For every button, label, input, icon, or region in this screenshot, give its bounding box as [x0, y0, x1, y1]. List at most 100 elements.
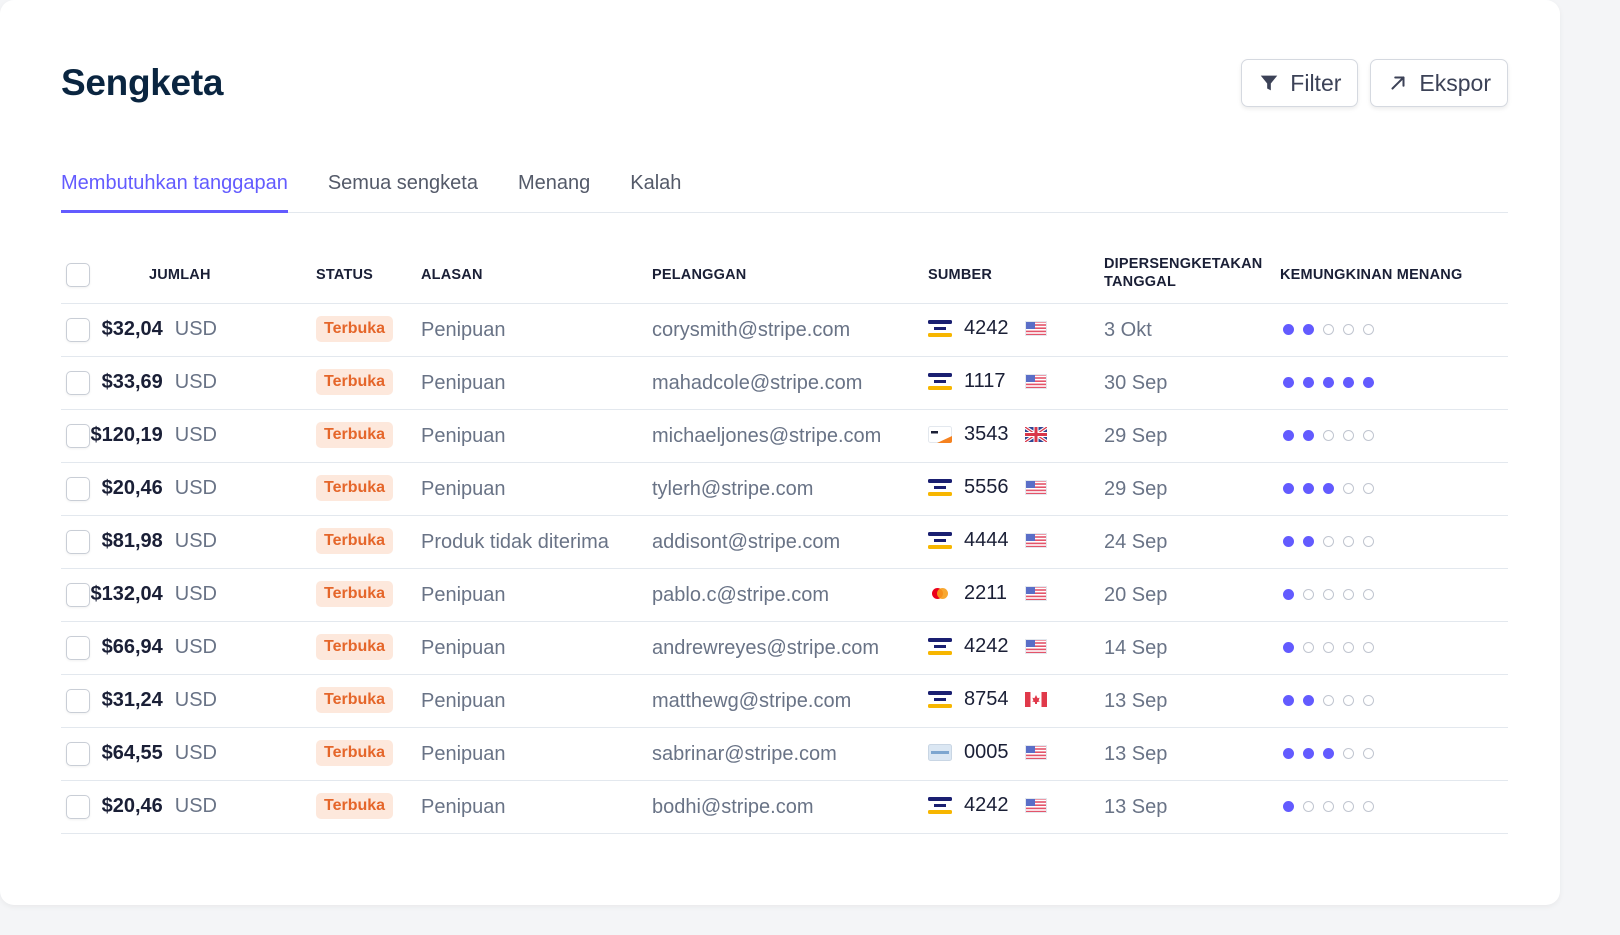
win-likelihood-indicator	[1283, 536, 1374, 547]
table-row[interactable]: $120,19 USD Terbuka Penipuan michaeljones@st…	[61, 410, 1508, 463]
export-button[interactable]: Ekspor	[1370, 59, 1508, 107]
row-checkbox[interactable]	[66, 742, 90, 766]
status-badge: Terbuka	[316, 316, 394, 342]
status-badge: Terbuka	[316, 793, 394, 819]
column-header-reason[interactable]: ALASAN	[421, 266, 483, 284]
us-flag-icon	[1025, 745, 1047, 760]
win-likelihood-indicator	[1283, 748, 1374, 759]
visa-card-icon	[928, 638, 952, 655]
disputed-date: 14 Sep	[1104, 637, 1168, 659]
amount-cell: $132,04 USD	[90, 583, 217, 606]
card-last4: 4242	[964, 317, 1009, 339]
tab-membutuhkan-tanggapan[interactable]: Membutuhkan tanggapan	[61, 168, 288, 213]
customer-email: andrewreyes@stripe.com	[652, 637, 880, 659]
filter-icon	[1258, 72, 1280, 94]
status-badge: Terbuka	[316, 740, 394, 766]
status-badge: Terbuka	[316, 475, 394, 501]
row-checkbox[interactable]	[66, 371, 90, 395]
customer-email: sabrinar@stripe.com	[652, 743, 837, 765]
win-likelihood-dot	[1323, 430, 1334, 441]
column-header-disputed-date[interactable]: DIPERSENGKETAKAN TANGGAL	[1104, 255, 1262, 291]
win-likelihood-indicator	[1283, 430, 1374, 441]
win-likelihood-dot	[1283, 695, 1294, 706]
payment-source: 2211	[928, 582, 1047, 605]
amex-card-icon	[928, 744, 952, 761]
column-header-status[interactable]: STATUS	[316, 266, 373, 284]
win-likelihood-dot	[1323, 377, 1334, 388]
filter-button[interactable]: Filter	[1241, 59, 1359, 107]
win-likelihood-dot	[1363, 536, 1374, 547]
row-checkbox[interactable]	[66, 636, 90, 660]
win-likelihood-dot	[1363, 377, 1374, 388]
card-last4: 3543	[964, 423, 1009, 445]
card-last4: 5556	[964, 476, 1009, 498]
win-likelihood-dot	[1283, 801, 1294, 812]
win-likelihood-dot	[1323, 589, 1334, 600]
column-header-customer[interactable]: PELANGGAN	[652, 266, 746, 284]
uk-flag-icon	[1024, 425, 1048, 444]
amount-cell: $33,69 USD	[102, 371, 217, 394]
table-row[interactable]: $31,24 USD Terbuka Penipuan matthewg@stripe.…	[61, 675, 1508, 728]
disputed-date: 3 Okt	[1104, 319, 1152, 341]
win-likelihood-indicator	[1283, 483, 1374, 494]
reason-text: Penipuan	[421, 690, 506, 712]
win-likelihood-dot	[1363, 642, 1374, 653]
disputes-table: JUMLAH STATUS ALASAN PELANGGAN SUMBER DI…	[61, 247, 1508, 834]
reason-text: Produk tidak diterima	[421, 531, 609, 553]
win-likelihood-dot	[1343, 642, 1354, 653]
payment-source: 0005	[928, 741, 1047, 764]
tab-semua-sengketa[interactable]: Semua sengketa	[328, 168, 478, 213]
column-header-win-likelihood[interactable]: KEMUNGKINAN MENANG	[1280, 266, 1462, 284]
table-row[interactable]: $20,46 USD Terbuka Penipuan tylerh@stripe.co…	[61, 463, 1508, 516]
row-checkbox[interactable]	[66, 477, 90, 501]
table-row[interactable]: $20,46 USD Terbuka Penipuan bodhi@stripe.com…	[61, 781, 1508, 834]
win-likelihood-dot	[1343, 483, 1354, 494]
payment-source: 3543	[928, 423, 1048, 446]
win-likelihood-dot	[1343, 430, 1354, 441]
table-row[interactable]: $132,04 USD Terbuka Penipuan pablo.c@stripe.…	[61, 569, 1508, 622]
visa-card-icon	[928, 691, 952, 708]
status-badge: Terbuka	[316, 634, 394, 660]
status-badge: Terbuka	[316, 528, 394, 554]
customer-email: addisont@stripe.com	[652, 531, 841, 553]
disputes-panel: Sengketa Filter Ekspor Membutuhkan tangg…	[0, 0, 1560, 905]
win-likelihood-dot	[1283, 748, 1294, 759]
amount-cell: $64,55 USD	[102, 742, 217, 765]
disputed-date: 29 Sep	[1104, 425, 1168, 447]
row-checkbox[interactable]	[66, 689, 90, 713]
row-checkbox[interactable]	[66, 424, 90, 448]
us-flag-icon	[1025, 639, 1047, 654]
visa-card-icon	[928, 532, 952, 549]
win-likelihood-dot	[1283, 324, 1294, 335]
table-row[interactable]: $81,98 USD Terbuka Produk tidak diterima add…	[61, 516, 1508, 569]
discover-card-icon	[928, 426, 952, 443]
reason-text: Penipuan	[421, 796, 506, 818]
row-checkbox[interactable]	[66, 583, 90, 607]
row-checkbox[interactable]	[66, 795, 90, 819]
table-row[interactable]: $66,94 USD Terbuka Penipuan andrewreyes@stri…	[61, 622, 1508, 675]
table-row[interactable]: $33,69 USD Terbuka Penipuan mahadcole@stripe…	[61, 357, 1508, 410]
row-checkbox[interactable]	[66, 530, 90, 554]
tab-kalah[interactable]: Kalah	[630, 168, 681, 213]
column-header-amount[interactable]: JUMLAH	[149, 266, 211, 284]
select-all-checkbox[interactable]	[66, 263, 90, 287]
win-likelihood-indicator	[1283, 695, 1374, 706]
table-row[interactable]: $64,55 USD Terbuka Penipuan sabrinar@stripe.…	[61, 728, 1508, 781]
win-likelihood-dot	[1323, 536, 1334, 547]
table-row[interactable]: $32,04 USD Terbuka Penipuan corysmith@stripe…	[61, 304, 1508, 357]
disputed-date: 30 Sep	[1104, 372, 1168, 394]
currency-code: USD	[174, 636, 217, 658]
currency-code: USD	[174, 424, 217, 446]
win-likelihood-dot	[1323, 483, 1334, 494]
us-flag-icon	[1025, 533, 1047, 548]
amount-cell: $31,24 USD	[102, 689, 217, 712]
column-header-source[interactable]: SUMBER	[928, 266, 992, 284]
disputed-date: 13 Sep	[1104, 743, 1168, 765]
row-checkbox[interactable]	[66, 318, 90, 342]
card-last4: 4242	[964, 635, 1009, 657]
win-likelihood-dot	[1343, 377, 1354, 388]
amount-value: $32,04	[101, 318, 163, 340]
reason-text: Penipuan	[421, 425, 506, 447]
card-last4: 8754	[964, 688, 1009, 710]
tab-menang[interactable]: Menang	[518, 168, 590, 213]
